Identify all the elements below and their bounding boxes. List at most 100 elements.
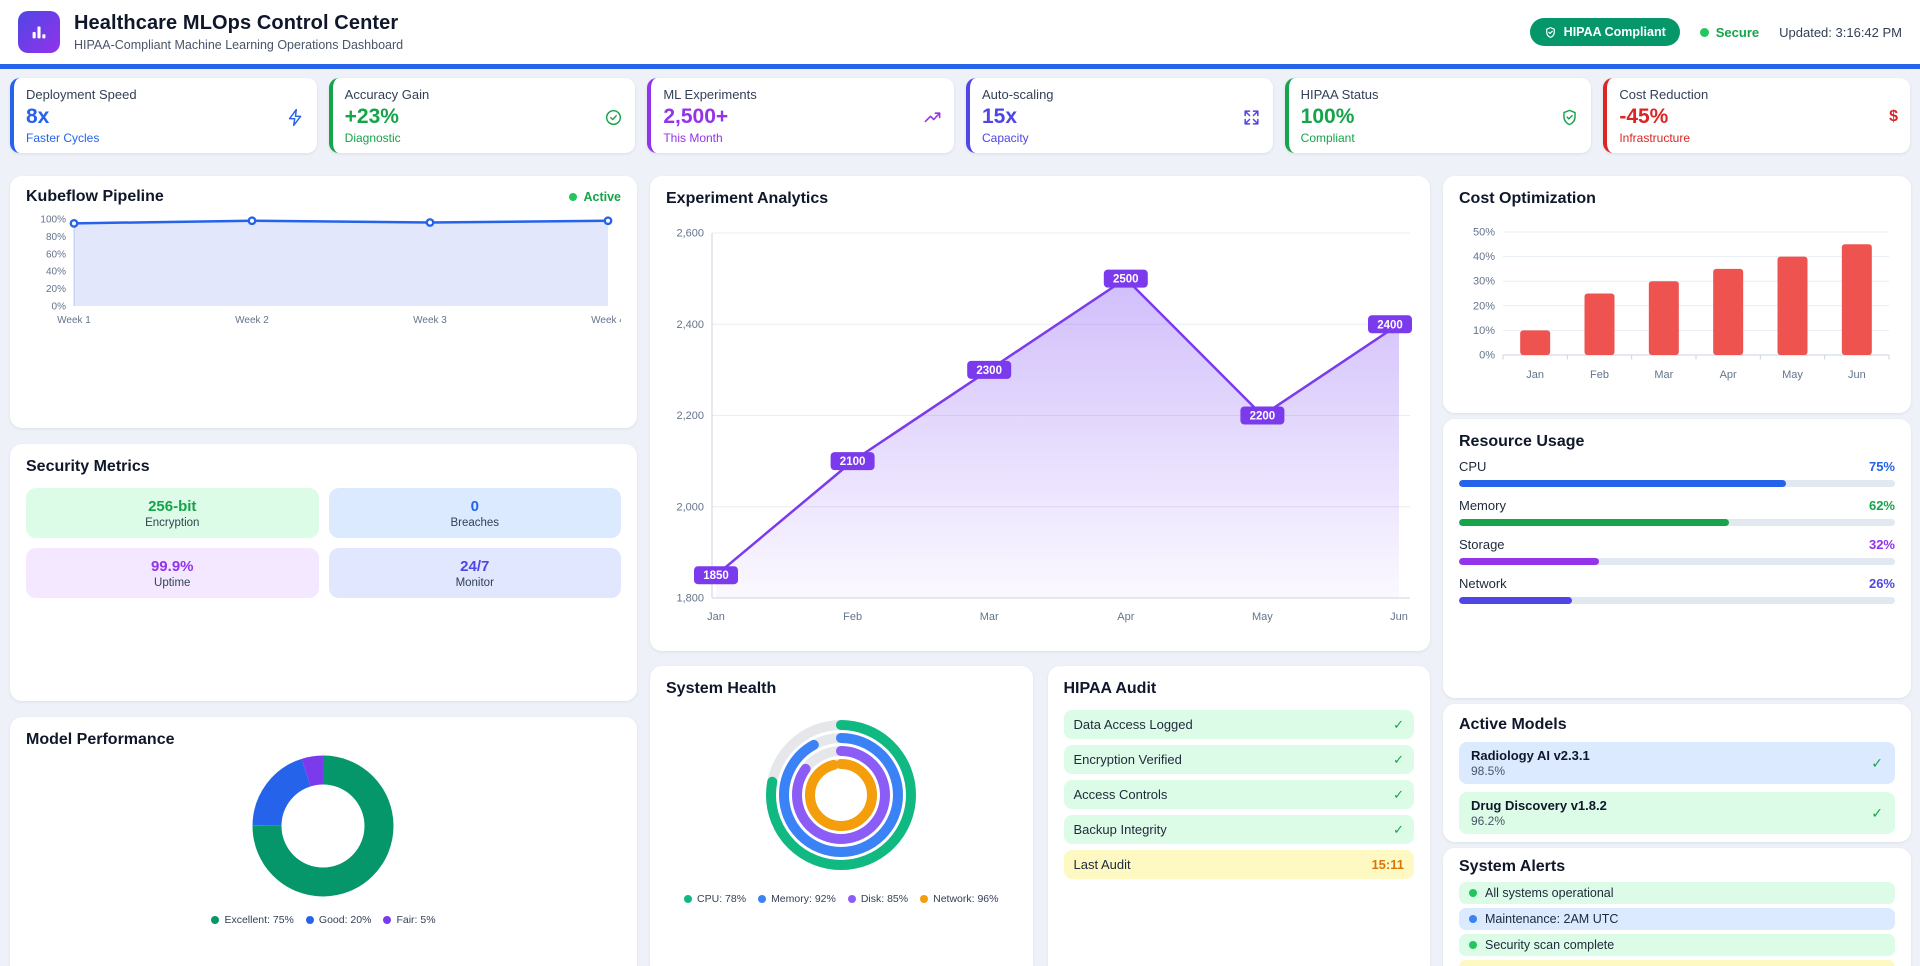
svg-text:40%: 40% xyxy=(1473,251,1495,263)
model-accuracy: 98.5% xyxy=(1471,764,1590,778)
secure-label: Secure xyxy=(1716,25,1759,40)
legend-label: Excellent: 75% xyxy=(224,914,293,926)
legend-item: Memory: 92% xyxy=(758,893,836,905)
alert-dot xyxy=(1469,915,1477,923)
kpi-sub: Compliant xyxy=(1301,131,1580,145)
audit-list: Data Access Logged ✓ Encryption Verified… xyxy=(1064,710,1415,879)
svg-text:Mar: Mar xyxy=(980,611,999,623)
svg-text:50%: 50% xyxy=(1473,227,1495,239)
tile-value: 0 xyxy=(471,498,479,515)
svg-text:1,800: 1,800 xyxy=(676,593,704,605)
security-tile-uptime: 99.9% Uptime xyxy=(26,548,319,598)
active-models-card: Active Models Radiology AI v2.3.1 98.5% … xyxy=(1443,704,1911,842)
check-icon: ✓ xyxy=(1393,717,1404,733)
audit-time: 15:11 xyxy=(1371,857,1404,872)
svg-text:2500: 2500 xyxy=(1113,274,1139,286)
audit-label: Backup Integrity xyxy=(1074,822,1167,837)
kpi-value: 100% xyxy=(1301,105,1355,129)
svg-text:2200: 2200 xyxy=(1250,411,1276,423)
svg-text:Feb: Feb xyxy=(843,611,862,623)
right-column: Cost Optimization 50%40%30%20%10%0%JanFe… xyxy=(1443,176,1911,966)
left-column: Kubeflow Pipeline Active 100%80%60%40%20… xyxy=(10,176,637,966)
middle-column: Experiment Analytics 2,6002,4002,2002,00… xyxy=(650,176,1430,966)
model-performance-donut-chart xyxy=(26,751,621,901)
secure-status: Secure xyxy=(1700,25,1759,40)
resource-label: CPU xyxy=(1459,459,1486,474)
card-title: HIPAA Audit xyxy=(1064,680,1415,698)
audit-label: Last Audit xyxy=(1074,857,1131,872)
badge-check-icon xyxy=(604,108,623,127)
model-performance-card: Model Performance Excellent: 75%Good: 20… xyxy=(10,717,637,966)
legend-label: Good: 20% xyxy=(319,914,372,926)
svg-text:Jan: Jan xyxy=(1526,369,1544,381)
legend-item: Good: 20% xyxy=(306,914,372,926)
legend-dot xyxy=(211,916,219,924)
alert-label: Maintenance: 2AM UTC xyxy=(1485,912,1618,926)
audit-row: Access Controls ✓ xyxy=(1064,780,1415,809)
alert-label: Security scan complete xyxy=(1485,938,1614,952)
page-subtitle: HIPAA-Compliant Machine Learning Operati… xyxy=(74,38,403,52)
card-title: Resource Usage xyxy=(1459,433,1895,451)
svg-text:2100: 2100 xyxy=(840,456,866,468)
kpi-card-hipaa-status: HIPAA Status 100% Compliant xyxy=(1285,78,1592,153)
lightning-icon xyxy=(286,108,305,127)
svg-text:Jan: Jan xyxy=(707,611,725,623)
tile-value: 24/7 xyxy=(460,558,489,575)
card-title: Cost Optimization xyxy=(1459,190,1895,208)
kubeflow-line-chart: 100%80%60%40%20%0%Week 1Week 2Week 3Week… xyxy=(26,210,621,330)
progress-fill xyxy=(1459,519,1729,526)
legend-item: CPU: 78% xyxy=(684,893,746,905)
security-tile-monitor: 24/7 Monitor xyxy=(329,548,622,598)
svg-text:30%: 30% xyxy=(1473,276,1495,288)
svg-text:Jun: Jun xyxy=(1390,611,1408,623)
svg-text:May: May xyxy=(1782,369,1803,381)
kpi-title: Deployment Speed xyxy=(26,87,305,102)
legend-dot xyxy=(848,895,856,903)
resource-value: 32% xyxy=(1869,537,1895,552)
kpi-sub: Diagnostic xyxy=(345,131,624,145)
audit-row: Encryption Verified ✓ xyxy=(1064,745,1415,774)
svg-text:2,200: 2,200 xyxy=(676,410,704,422)
progress-track xyxy=(1459,558,1895,565)
experiment-analytics-card: Experiment Analytics 2,6002,4002,2002,00… xyxy=(650,176,1430,651)
experiment-analytics-area-chart: 2,6002,4002,2002,0001,800185021002300250… xyxy=(666,208,1414,638)
kpi-sub: This Month xyxy=(663,131,942,145)
svg-text:0%: 0% xyxy=(52,302,67,313)
alert-row-cropped xyxy=(1459,960,1895,966)
trending-up-icon xyxy=(923,108,942,127)
alert-label: All systems operational xyxy=(1485,886,1614,900)
bar-chart-icon xyxy=(28,21,50,43)
hipaa-compliant-badge[interactable]: HIPAA Compliant xyxy=(1530,18,1680,46)
svg-text:2400: 2400 xyxy=(1377,319,1403,331)
alert-list: All systems operational Maintenance: 2AM… xyxy=(1459,882,1895,966)
status-dot xyxy=(569,193,577,201)
card-title: Security Metrics xyxy=(26,458,621,476)
card-title: System Alerts xyxy=(1459,858,1895,876)
kpi-sub: Faster Cycles xyxy=(26,131,305,145)
security-tile-breaches: 0 Breaches xyxy=(329,488,622,538)
legend-label: Fair: 5% xyxy=(396,914,435,926)
svg-text:0%: 0% xyxy=(1479,350,1495,362)
kpi-sub: Capacity xyxy=(982,131,1261,145)
app-header: Healthcare MLOps Control Center HIPAA-Co… xyxy=(0,0,1920,69)
resource-label: Network xyxy=(1459,576,1507,591)
legend-dot xyxy=(684,895,692,903)
legend-item: Fair: 5% xyxy=(383,914,435,926)
svg-text:40%: 40% xyxy=(46,267,66,278)
tile-label: Breaches xyxy=(450,517,499,529)
resource-row-memory: Memory62% xyxy=(1459,498,1895,526)
kpi-card-auto-scaling: Auto-scaling 15x Capacity xyxy=(966,78,1273,153)
svg-text:May: May xyxy=(1252,611,1273,623)
check-icon: ✓ xyxy=(1871,805,1883,822)
legend-item: Network: 96% xyxy=(920,893,998,905)
progress-fill xyxy=(1459,480,1786,487)
legend-label: CPU: 78% xyxy=(697,893,746,905)
model-accuracy: 96.2% xyxy=(1471,814,1607,828)
legend-label: Network: 96% xyxy=(933,893,998,905)
legend-dot xyxy=(306,916,314,924)
page-title: Healthcare MLOps Control Center xyxy=(74,12,403,35)
legend-dot xyxy=(920,895,928,903)
svg-text:100%: 100% xyxy=(40,215,66,226)
legend-label: Memory: 92% xyxy=(771,893,836,905)
alert-dot xyxy=(1469,941,1477,949)
